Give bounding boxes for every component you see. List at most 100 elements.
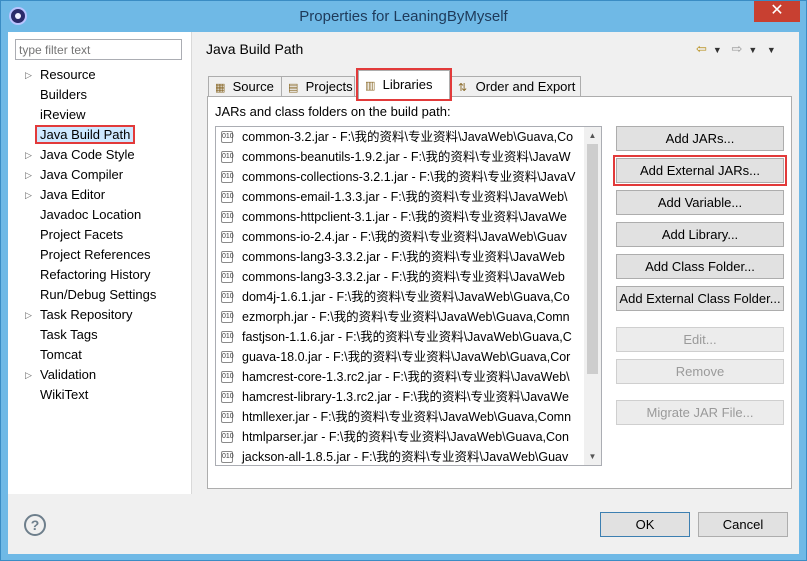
expand-arrow-icon[interactable]: ▷ [25, 365, 32, 385]
dialog-body: ▷ResourceBuildersiReviewJava Build Path▷… [8, 32, 799, 554]
close-button[interactable]: ✕ [754, 1, 800, 22]
nav-item[interactable]: ▷ Resource [8, 65, 192, 85]
jar-label: fastjson-1.1.6.jar - F:\我的资料\专业资料\JavaWe… [242, 330, 572, 344]
nav-item-label: Tomcat [40, 347, 82, 362]
nav-item[interactable]: Refactoring History [8, 265, 192, 285]
edit-button[interactable]: Edit... [616, 327, 784, 352]
nav-item[interactable]: WikiText [8, 385, 192, 405]
libraries-tab-panel: JARs and class folders on the build path… [207, 96, 792, 489]
back-arrow-icon[interactable]: ⇦ [696, 41, 707, 56]
jar-icon: 010 [221, 371, 234, 383]
list-item[interactable]: 010 commons-beanutils-1.9.2.jar - F:\我的资料… [216, 147, 586, 167]
list-item[interactable]: 010 commons-io-2.4.jar - F:\我的资料\专业资料\Jav… [216, 227, 586, 247]
jar-icon: 010 [221, 171, 234, 183]
jar-label: commons-lang3-3.3.2.jar - F:\我的资料\专业资料\J… [242, 250, 565, 264]
jar-list-scrollbar[interactable]: ▲ ▼ [584, 127, 601, 465]
tab-order-and-export[interactable]: ⇅ Order and Export [451, 76, 581, 98]
list-item[interactable]: 010 jackson-all-1.8.5.jar - F:\我的资料\专业资料\… [216, 447, 586, 465]
scroll-thumb[interactable] [587, 144, 598, 374]
expand-arrow-icon[interactable]: ▷ [25, 305, 32, 325]
jar-label: commons-beanutils-1.9.2.jar - F:\我的资料\专业… [242, 150, 571, 164]
jar-icon: 010 [221, 351, 234, 363]
jar-list[interactable]: 010 common-3.2.jar - F:\我的资料\专业资料\JavaWeb… [215, 126, 602, 466]
help-icon[interactable]: ? [24, 514, 46, 536]
nav-item[interactable]: Project Facets [8, 225, 192, 245]
view-menu-chevron-icon[interactable]: ▼ [767, 45, 776, 55]
tab-projects[interactable]: ▤ Projects [281, 76, 355, 98]
list-item[interactable]: 010 commons-httpclient-3.1.jar - F:\我的资料\… [216, 207, 586, 227]
filter-input[interactable] [15, 39, 182, 60]
remove-button[interactable]: Remove [616, 359, 784, 384]
nav-item[interactable]: ▷ Java Compiler [8, 165, 192, 185]
scroll-up-icon[interactable]: ▲ [584, 127, 601, 144]
expand-arrow-icon[interactable]: ▷ [25, 185, 32, 205]
list-item[interactable]: 010 ezmorph.jar - F:\我的资料\专业资料\JavaWeb\Gu… [216, 307, 586, 327]
nav-item[interactable]: Tomcat [8, 345, 192, 365]
nav-item[interactable]: Builders [8, 85, 192, 105]
add-jars-button[interactable]: Add JARs... [616, 126, 784, 151]
tab-label: Order and Export [475, 79, 576, 94]
jar-label: htmllexer.jar - F:\我的资料\专业资料\JavaWeb\Gua… [242, 410, 572, 424]
source-folder-icon: ▦ [215, 82, 226, 94]
add-external-jars-button[interactable]: Add External JARs... [613, 155, 787, 186]
nav-item[interactable]: ▷ Java Editor [8, 185, 192, 205]
expand-arrow-icon[interactable]: ▷ [25, 145, 32, 165]
list-item[interactable]: 010 dom4j-1.6.1.jar - F:\我的资料\专业资料\JavaWe… [216, 287, 586, 307]
nav-item[interactable]: Project References [8, 245, 192, 265]
nav-item-label: Task Repository [40, 307, 133, 322]
list-item[interactable]: 010 htmlparser.jar - F:\我的资料\专业资料\JavaWeb… [216, 427, 586, 447]
forward-menu-chevron-icon[interactable]: ▼ [748, 45, 757, 55]
list-item[interactable]: 010 fastjson-1.1.6.jar - F:\我的资料\专业资料\Jav… [216, 327, 586, 347]
add-external-class-folder-button[interactable]: Add External Class Folder... [616, 286, 784, 311]
jar-icon: 010 [221, 411, 234, 423]
nav-item[interactable]: ▷ Java Code Style [8, 145, 192, 165]
jar-icon: 010 [221, 451, 234, 463]
scroll-down-icon[interactable]: ▼ [584, 448, 601, 465]
expand-arrow-icon[interactable]: ▷ [25, 165, 32, 185]
jar-label: hamcrest-core-1.3.rc2.jar - F:\我的资料\专业资料… [242, 370, 570, 384]
nav-item[interactable]: Javadoc Location [8, 205, 192, 225]
jar-label: jackson-all-1.8.5.jar - F:\我的资料\专业资料\Jav… [242, 450, 569, 464]
list-item[interactable]: 010 guava-18.0.jar - F:\我的资料\专业资料\JavaWeb… [216, 347, 586, 367]
tab-source[interactable]: ▦ Source [208, 76, 282, 98]
nav-item[interactable]: Java Build Path [8, 125, 192, 145]
list-item[interactable]: 010 commons-email-1.3.3.jar - F:\我的资料\专业资… [216, 187, 586, 207]
properties-window: Properties for LeaningByMyself ✕ ▷ Resour… [0, 0, 807, 561]
ok-button[interactable]: OK [600, 512, 690, 537]
nav-item-label: Run/Debug Settings [40, 287, 157, 302]
add-class-folder-button[interactable]: Add Class Folder... [616, 254, 784, 279]
jar-icon: 010 [221, 211, 234, 223]
nav-item[interactable]: iReview [8, 105, 192, 125]
list-item[interactable]: 010 common-3.2.jar - F:\我的资料\专业资料\JavaWeb… [216, 127, 586, 147]
nav-item-label: Java Editor [40, 187, 106, 202]
nav-item-label: Resource [40, 67, 96, 82]
back-menu-chevron-icon[interactable]: ▼ [713, 45, 722, 55]
nav-item[interactable]: ▷ Validation [8, 365, 192, 385]
libraries-caption: JARs and class folders on the build path… [215, 104, 451, 119]
jar-icon: 010 [221, 231, 234, 243]
list-item[interactable]: 010 commons-lang3-3.3.2.jar - F:\我的资料\专业资… [216, 247, 586, 267]
expand-arrow-icon[interactable]: ▷ [25, 65, 32, 85]
nav-item-label: Refactoring History [40, 267, 151, 282]
list-item[interactable]: 010 hamcrest-library-1.3.rc2.jar - F:\我的资… [216, 387, 586, 407]
jar-icon: 010 [221, 131, 234, 143]
list-item[interactable]: 010 commons-collections-3.2.1.jar - F:\我的… [216, 167, 586, 187]
migrate-jar-button[interactable]: Migrate JAR File... [616, 400, 784, 425]
list-item[interactable]: 010 commons-lang3-3.3.2.jar - F:\我的资料\专业资… [216, 267, 586, 287]
jar-label: commons-collections-3.2.1.jar - F:\我的资料\… [242, 170, 576, 184]
history-nav: ⇦ ▼ ⇨ ▼ ▼ [696, 41, 782, 57]
forward-arrow-icon[interactable]: ⇨ [731, 41, 742, 56]
nav-item[interactable]: Task Tags [8, 325, 192, 345]
cancel-button[interactable]: Cancel [698, 512, 788, 537]
add-variable-button[interactable]: Add Variable... [616, 190, 784, 215]
list-item[interactable]: 010 hamcrest-core-1.3.rc2.jar - F:\我的资料\专… [216, 367, 586, 387]
list-item[interactable]: 010 htmllexer.jar - F:\我的资料\专业资料\JavaWeb\… [216, 407, 586, 427]
tab-libraries[interactable]: ▥ Libraries [356, 68, 452, 101]
tab-label: Source [232, 79, 274, 94]
order-export-icon: ⇅ [458, 82, 468, 94]
jar-label: common-3.2.jar - F:\我的资料\专业资料\JavaWeb\Gu… [242, 130, 574, 144]
nav-item-label: Java Compiler [40, 167, 124, 182]
add-library-button[interactable]: Add Library... [616, 222, 784, 247]
nav-item[interactable]: Run/Debug Settings [8, 285, 192, 305]
nav-item[interactable]: ▷ Task Repository [8, 305, 192, 325]
